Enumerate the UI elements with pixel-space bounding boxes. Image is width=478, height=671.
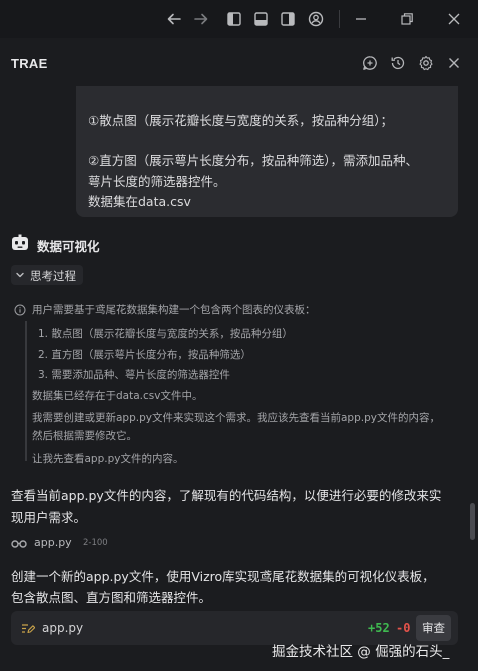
glasses-icon <box>11 540 27 548</box>
thinking-intro: 用户需要基于鸢尾花数据集构建一个包含两个图表的仪表板： <box>32 304 316 316</box>
agent-name: 数据可视化 <box>37 239 100 254</box>
thinking-list-item: 3. 需要添加品种、萼片长度的筛选器控件 <box>38 369 230 381</box>
assistant-reply-line: 现用户需求。 <box>11 510 87 525</box>
toggle-right-panel-icon[interactable] <box>279 10 297 28</box>
additions-count: +52 <box>368 621 390 635</box>
thinking-list-item: 1. 散点图（展示花瓣长度与宽度的关系，按品种分组） <box>38 328 293 340</box>
toggle-bottom-panel-icon[interactable] <box>252 10 270 28</box>
thinking-paragraph: 数据集已经存在于data.csv文件中。 <box>32 390 203 402</box>
user-message-bubble: ①散点图（展示花瓣长度与宽度的关系，按品种分组）； ②直方图（展示萼片长度分布，… <box>76 86 458 217</box>
back-arrow-icon[interactable] <box>165 10 183 28</box>
assistant-reply-line: 创建一个新的app.py文件，使用Vizro库实现鸢尾花数据集的可视化仪表板， <box>11 569 435 584</box>
user-message-line: ②直方图（展示萼片长度分布，按品种筛选），需添加品种、 <box>88 153 418 168</box>
thinking-list-item: 2. 直方图（展示萼片长度分布，按品种筛选） <box>38 349 251 361</box>
chat-panel-header: TRAE <box>0 38 478 88</box>
info-icon <box>14 304 26 316</box>
assistant-reply-line: 查看当前app.py文件的内容，了解现有的代码结构，以便进行必要的修改来实 <box>11 488 442 503</box>
thinking-paragraph: 我需要创建或更新app.py文件来实现这个需求。我应该先查看当前app.py文件… <box>32 412 440 424</box>
file-change-name[interactable]: app.py <box>42 621 83 635</box>
thinking-toggle-label: 思考过程 <box>30 269 76 283</box>
user-message-line: ①散点图（展示花瓣长度与宽度的关系，按品种分组）； <box>88 113 393 128</box>
window-titlebar <box>0 0 478 38</box>
review-button[interactable]: 审查 <box>416 615 451 641</box>
deletions-count: -0 <box>396 621 411 635</box>
chat-scrollbar[interactable] <box>470 503 475 540</box>
panel-title: TRAE <box>11 56 48 71</box>
file-ref-name[interactable]: app.py <box>34 536 72 549</box>
assistant-reply-line: 包含散点图、直方图和筛选器控件。 <box>11 590 212 605</box>
thinking-paragraph: 然后根据需要修改它。 <box>32 430 137 442</box>
forward-arrow-icon[interactable] <box>192 10 210 28</box>
titlebar-divider <box>339 10 340 28</box>
thinking-quote-bar <box>25 321 27 461</box>
robot-avatar-icon <box>12 234 28 250</box>
restore-window-icon[interactable] <box>398 10 416 28</box>
toggle-left-panel-icon[interactable] <box>225 10 243 28</box>
user-message-line: 数据集在data.csv <box>88 194 191 209</box>
user-message-line: 萼片长度的筛选器控件。 <box>88 174 226 189</box>
account-icon[interactable] <box>307 10 325 28</box>
history-icon[interactable] <box>390 55 406 71</box>
minimize-icon[interactable] <box>352 10 370 28</box>
edit-file-icon <box>22 624 35 634</box>
thinking-toggle-button[interactable]: 思考过程 <box>11 265 83 285</box>
close-panel-icon[interactable] <box>446 55 462 71</box>
settings-gear-icon[interactable] <box>418 55 434 71</box>
chevron-down-icon <box>16 272 24 278</box>
new-chat-icon[interactable] <box>362 55 378 71</box>
close-window-icon[interactable] <box>445 10 463 28</box>
thinking-paragraph: 让我先查看app.py文件的内容。 <box>32 453 184 465</box>
file-ref-line-range: 2-100 <box>83 538 108 548</box>
watermark-text: 掘金技术社区 @ 倔强的石头_ <box>272 644 450 660</box>
